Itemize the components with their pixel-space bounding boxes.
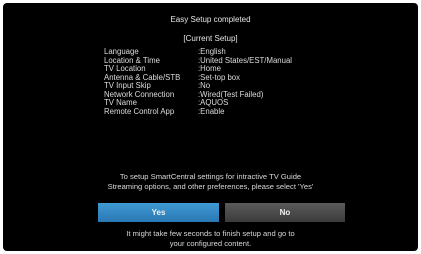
footer-line: It might take few seconds to finish setu… bbox=[126, 229, 295, 238]
yes-button[interactable]: Yes bbox=[98, 203, 219, 222]
page-title: Easy Setup completed bbox=[170, 15, 251, 24]
no-button[interactable]: No bbox=[225, 203, 345, 222]
setting-row-location-time: Location & Time :United States/EST/Manua… bbox=[104, 56, 404, 66]
footer-line: your configured content. bbox=[169, 238, 252, 248]
smartcentral-prompt: To setup SmartCentral settings for intra… bbox=[3, 172, 418, 191]
setting-row-remote-control-app: Remote Control App :Enable bbox=[104, 106, 404, 117]
prompt-line: To setup SmartCentral settings for intra… bbox=[119, 172, 302, 181]
current-setup-heading: [Current Setup] bbox=[183, 34, 238, 43]
setup-complete-screen: Easy Setup completed [Current Setup] Lan… bbox=[3, 3, 418, 251]
setting-value: :Enable bbox=[198, 106, 225, 116]
footer-note: It might take few seconds to finish setu… bbox=[3, 229, 418, 248]
setting-label: Remote Control App bbox=[104, 106, 175, 116]
prompt-line: Streaming options, and other preferences… bbox=[107, 181, 314, 191]
setting-row-network-connection: Network Connection :Wired(Test Failed) bbox=[104, 90, 404, 100]
settings-summary: Language :English Location & Time :Unite… bbox=[104, 47, 404, 117]
